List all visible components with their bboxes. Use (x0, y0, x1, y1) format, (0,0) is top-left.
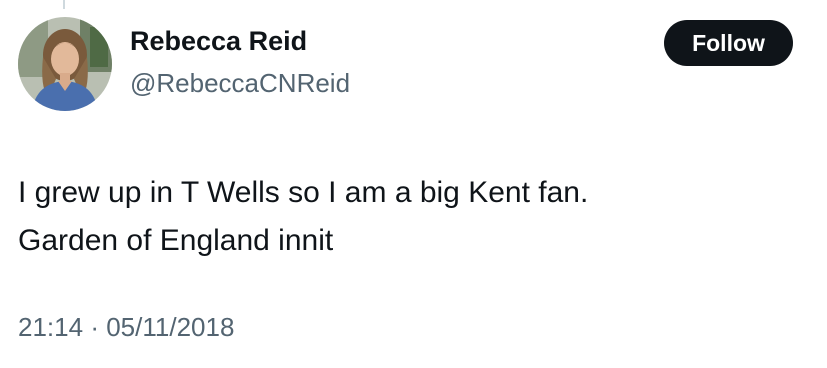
author-display-name[interactable]: Rebecca Reid (130, 26, 307, 57)
tweet-date[interactable]: 05/11/2018 (106, 312, 234, 342)
tweet-text-line-2: Garden of England innit (18, 224, 334, 257)
thread-connector-line (63, 0, 65, 9)
meta-separator: · (90, 312, 99, 342)
avatar[interactable] (18, 17, 112, 111)
follow-button[interactable]: Follow (664, 20, 793, 66)
tweet-timestamp[interactable]: 21:14 · 05/11/2018 (18, 312, 234, 343)
avatar-photo (18, 17, 112, 111)
author-handle[interactable]: @RebeccaCNReid (130, 68, 350, 99)
tweet-time[interactable]: 21:14 (18, 312, 83, 342)
tweet-text-line-1: I grew up in T Wells so I am a big Kent … (18, 176, 589, 209)
tweet-text: I grew up in T Wells so I am a big Kent … (18, 169, 808, 265)
